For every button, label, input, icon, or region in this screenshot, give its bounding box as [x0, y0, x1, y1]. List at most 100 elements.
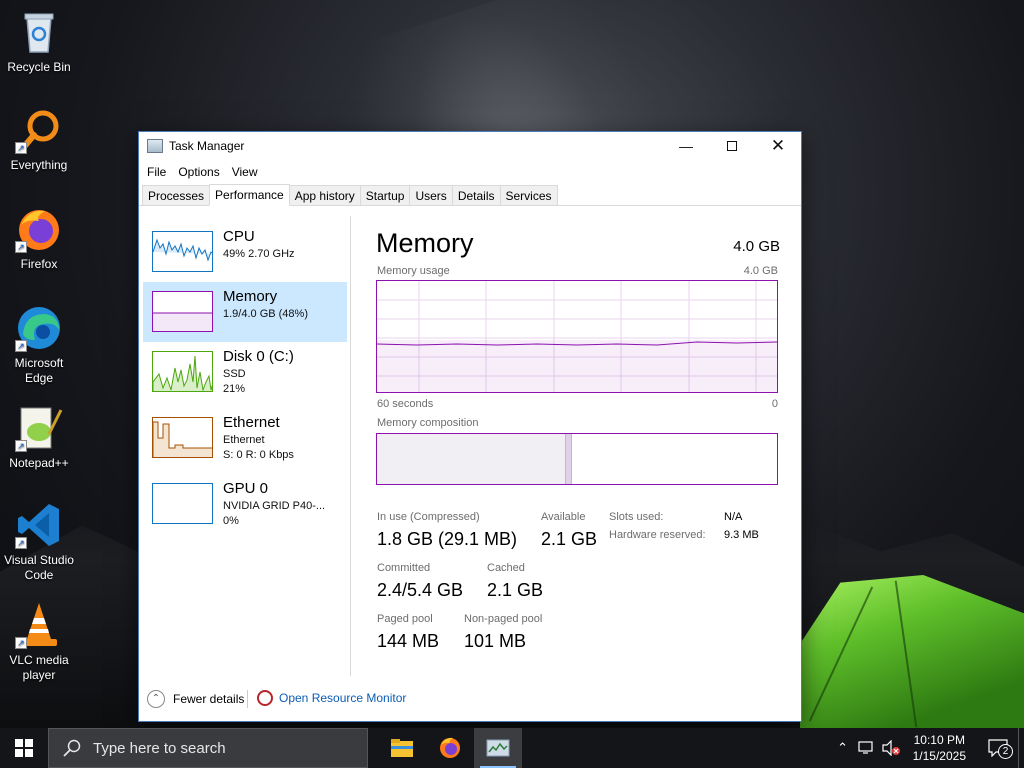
taskbar-firefox[interactable]: [426, 728, 474, 768]
chevron-up-icon: ⌃: [147, 690, 165, 708]
notification-count-badge: 2: [998, 744, 1013, 759]
volume-button[interactable]: [879, 728, 903, 768]
notepad-plus-plus-icon: ↗: [15, 404, 63, 452]
desktop-icon-everything[interactable]: ↗ Everything: [1, 106, 77, 173]
sidebar-item-detail: 1.9/4.0 GB (48%): [223, 308, 308, 320]
paged-pool-label: Paged pool: [377, 613, 433, 625]
minimize-button[interactable]: —: [663, 132, 709, 160]
desktop-icon-vlc[interactable]: ↗ VLC media player: [1, 601, 77, 683]
memory-usage-graph: [376, 280, 778, 393]
desktop-icon-label: Notepad++: [9, 456, 69, 470]
maximize-icon: [727, 141, 737, 151]
sidebar-item-detail: S: 0 R: 0 Kbps: [223, 449, 294, 461]
available-value: 2.1 GB: [541, 529, 598, 549]
close-button[interactable]: ✕: [755, 132, 801, 160]
sidebar-item-detail: 21%: [223, 383, 246, 395]
cached-label: Cached: [487, 562, 525, 574]
sidebar-item-ethernet[interactable]: Ethernet Ethernet S: 0 R: 0 Kbps: [143, 408, 347, 468]
available-label: Available: [541, 511, 586, 523]
desktop-icon-label: Firefox: [20, 257, 58, 271]
network-button[interactable]: [855, 728, 879, 768]
tab-performance[interactable]: Performance: [209, 184, 290, 206]
taskbar-file-explorer[interactable]: [378, 728, 426, 768]
sidebar-item-detail: Ethernet: [223, 434, 265, 446]
resource-monitor-icon: [257, 690, 273, 706]
sidebar-item-name: Ethernet: [223, 414, 280, 431]
composition-modified-segment: [566, 434, 572, 484]
tab-users[interactable]: Users: [409, 185, 453, 205]
vlc-cone-icon: ↗: [15, 601, 63, 649]
volume-muted-icon: [882, 740, 900, 756]
desktop-icon-label: VLC media player: [9, 653, 69, 682]
title-bar[interactable]: Task Manager — ✕: [139, 132, 801, 160]
desktop-icon-recycle-bin[interactable]: Recycle Bin: [1, 8, 77, 75]
cached-value: 2.1 GB: [487, 580, 544, 600]
footer-divider: [247, 690, 248, 708]
tab-app-history[interactable]: App history: [288, 185, 361, 205]
clock-time: 10:10 PM: [913, 733, 965, 747]
tab-processes[interactable]: Processes: [142, 185, 211, 205]
file-explorer-icon: [391, 739, 413, 757]
paged-pool-value: 144 MB: [377, 631, 440, 651]
menu-bar: File Options View: [139, 160, 801, 184]
shortcut-arrow-icon: ↗: [15, 142, 27, 154]
taskbar-search-box[interactable]: Type here to search: [48, 728, 368, 768]
clock-date: 1/15/2025: [912, 749, 966, 763]
sidebar-item-name: Disk 0 (C:): [223, 348, 294, 365]
taskbar-clock[interactable]: 10:10 PM 1/15/2025: [913, 732, 966, 764]
tab-startup[interactable]: Startup: [359, 185, 411, 205]
sidebar-item-memory[interactable]: Memory 1.9/4.0 GB (48%): [143, 282, 347, 342]
fewer-details-button[interactable]: ⌃ Fewer details: [147, 690, 244, 708]
open-resource-monitor-label: Open Resource Monitor: [279, 691, 407, 705]
memory-usage-max: 4.0 GB: [743, 265, 778, 277]
show-desktop-button[interactable]: [1018, 728, 1024, 768]
memory-detail-panel: Memory 4.0 GB Memory usage 4.0 GB 60 sec…: [376, 216, 780, 676]
fewer-details-label: Fewer details: [173, 692, 245, 706]
open-resource-monitor-link[interactable]: Open Resource Monitor: [257, 690, 406, 706]
minimize-icon: —: [679, 138, 693, 154]
shortcut-arrow-icon: ↗: [15, 241, 27, 253]
sidebar-item-disk[interactable]: Disk 0 (C:) SSD 21%: [143, 342, 347, 402]
maximize-button[interactable]: [709, 132, 755, 160]
taskbar-task-manager[interactable]: [474, 728, 522, 768]
menu-file[interactable]: File: [141, 165, 172, 179]
gpu-mini-graph: [152, 483, 213, 524]
action-center-button[interactable]: 2: [978, 728, 1018, 768]
sidebar-item-detail: NVIDIA GRID P40-...: [223, 500, 326, 512]
window-title: Task Manager: [169, 139, 245, 153]
desktop-icon-microsoft-edge[interactable]: ↗ Microsoft Edge: [1, 304, 77, 386]
everything-search-icon: ↗: [15, 106, 63, 154]
memory-total: 4.0 GB: [733, 238, 780, 255]
start-button[interactable]: [0, 728, 48, 768]
sidebar-item-detail: 49% 2.70 GHz: [223, 248, 295, 260]
time-axis-right: 0: [771, 398, 778, 410]
resource-sidebar: CPU 49% 2.70 GHz Memory 1.9/4.0 GB (48%)…: [139, 216, 351, 676]
memory-mini-graph: [152, 291, 213, 332]
menu-view[interactable]: View: [226, 165, 264, 179]
desktop-icon-notepad-plus-plus[interactable]: ↗ Notepad++: [1, 404, 77, 471]
desktop-icon-firefox[interactable]: ↗ Firefox: [1, 205, 77, 272]
shortcut-arrow-icon: ↗: [15, 537, 27, 549]
show-hidden-icons-button[interactable]: ⌃: [831, 728, 855, 768]
committed-value: 2.4/5.4 GB: [377, 580, 464, 600]
desktop-icon-label: Recycle Bin: [7, 60, 71, 74]
sidebar-item-detail: 0%: [223, 515, 239, 527]
sidebar-item-name: CPU: [223, 228, 255, 245]
desktop-icon-vscode[interactable]: ↗ Visual Studio Code: [1, 501, 77, 583]
tab-strip: Processes Performance App history Startu…: [139, 184, 801, 206]
sidebar-item-name: GPU 0: [223, 480, 269, 497]
sidebar-item-name: Memory: [223, 288, 278, 305]
window-footer: ⌃ Fewer details Open Resource Monitor: [139, 673, 803, 721]
menu-options[interactable]: Options: [172, 165, 225, 179]
desktop-icon-label: Visual Studio Code: [4, 553, 74, 582]
non-paged-pool-label: Non-paged pool: [464, 613, 543, 625]
sidebar-item-gpu[interactable]: GPU 0 NVIDIA GRID P40-... 0%: [143, 474, 347, 534]
tab-details[interactable]: Details: [451, 185, 501, 205]
sidebar-item-cpu[interactable]: CPU 49% 2.70 GHz: [143, 222, 347, 282]
tab-services[interactable]: Services: [499, 185, 558, 205]
search-icon: [63, 739, 81, 757]
sidebar-item-detail: SSD: [223, 368, 246, 380]
windows-logo-icon: [15, 739, 33, 757]
slots-used-value: N/A: [724, 511, 743, 523]
memory-composition-label: Memory composition: [377, 417, 479, 429]
